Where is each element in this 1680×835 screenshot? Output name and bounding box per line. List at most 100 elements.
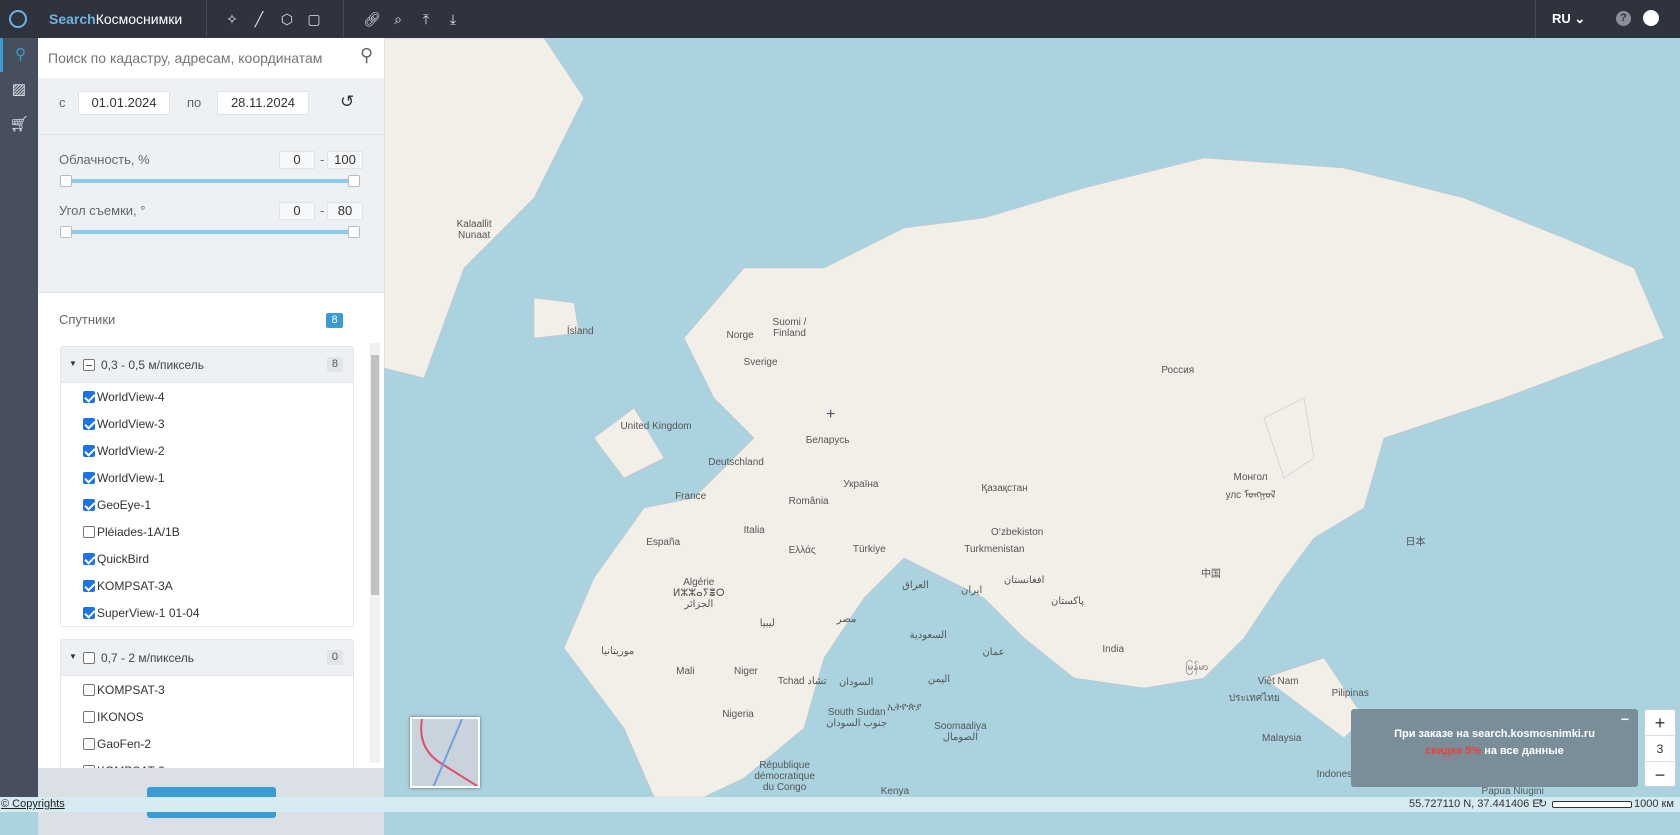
group-checkbox[interactable] — [83, 652, 95, 664]
angle-label: Угол съемки, ° — [59, 203, 146, 218]
satellite-item[interactable]: KOMPSAT-2 — [61, 757, 353, 768]
polygon-icon[interactable]: ⬡ — [278, 10, 296, 28]
chart-icon[interactable]: ▨ — [0, 73, 38, 107]
to-label: по — [187, 95, 202, 110]
angle-slider[interactable] — [60, 226, 360, 238]
date-to-input[interactable]: 28.11.2024 — [217, 91, 309, 115]
angle-max-input[interactable]: 80 — [327, 202, 363, 220]
pin-icon[interactable]: ✧ — [223, 10, 241, 28]
satellite-item[interactable]: KOMPSAT-3A — [61, 572, 353, 599]
reset-icon[interactable]: ↺ — [340, 92, 354, 112]
divider — [206, 0, 207, 38]
search-icon[interactable]: ⚲ — [0, 38, 38, 72]
satellite-checkbox[interactable] — [83, 711, 95, 723]
divider — [1535, 0, 1536, 38]
zoom-in-button[interactable]: + — [1645, 710, 1675, 736]
satellite-checkbox[interactable] — [83, 684, 95, 696]
minimap[interactable] — [410, 717, 480, 788]
satellite-checkbox[interactable] — [83, 580, 95, 592]
caret-down-icon[interactable]: ▼ — [69, 359, 77, 368]
rectangle-icon[interactable]: ▢ — [305, 10, 323, 28]
satellite-checkbox[interactable] — [83, 499, 95, 511]
satellite-item[interactable]: QuickBird — [61, 545, 353, 572]
brand[interactable]: SearchКосмоснимки — [49, 11, 182, 27]
satellite-name: SuperView-1 01-04 — [97, 606, 200, 620]
map-label: Беларусь — [805, 435, 850, 446]
user-icon[interactable] — [1643, 10, 1659, 26]
map-label: Türkiye — [852, 544, 886, 555]
scrollbar-thumb[interactable] — [371, 355, 379, 595]
scrollbar[interactable] — [370, 343, 380, 763]
link-icon[interactable]: 🔗︎ — [363, 10, 381, 28]
satellite-checkbox[interactable] — [83, 391, 95, 403]
language-select[interactable]: RU ⌄ — [1552, 11, 1585, 27]
promo-text: При заказе на search.kosmosnimki.ru — [1394, 728, 1595, 740]
search-input[interactable] — [48, 44, 348, 72]
satellite-checkbox[interactable] — [83, 553, 95, 565]
slider-max-handle[interactable] — [348, 175, 360, 187]
satellite-item[interactable]: WorldView-1 — [61, 464, 353, 491]
group-header[interactable]: ▼ 0,7 - 2 м/пиксель 0 — [61, 640, 353, 676]
group-checkbox[interactable] — [83, 359, 95, 371]
filters: Облачность, % 0 - 100 Угол съемки, ° 0 -… — [38, 135, 384, 293]
map-label: العراق — [902, 580, 929, 591]
group-count: 0 — [326, 650, 343, 665]
satellite-item[interactable]: IKONOS — [61, 703, 353, 730]
satellite-checkbox[interactable] — [83, 472, 95, 484]
search-icon[interactable]: ⚲ — [360, 45, 373, 66]
satellite-item[interactable]: WorldView-4 — [61, 383, 353, 410]
help-icon[interactable]: ? — [1616, 11, 1631, 26]
upload-icon[interactable]: ⤒ — [417, 10, 435, 28]
slider-min-handle[interactable] — [60, 175, 72, 187]
line-icon[interactable]: ╱ — [250, 10, 268, 28]
map-label: Қазақстан — [981, 483, 1028, 494]
satellite-checkbox[interactable] — [83, 738, 95, 750]
satellite-item[interactable]: WorldView-2 — [61, 437, 353, 464]
cart-icon[interactable]: 🛒︎ — [0, 108, 38, 142]
side-rail: ⚲ ▨ 🛒︎ — [0, 38, 38, 797]
satellite-checkbox[interactable] — [83, 526, 95, 538]
slider-max-handle[interactable] — [348, 226, 360, 238]
satellite-checkbox[interactable] — [83, 418, 95, 430]
cloud-slider[interactable] — [60, 175, 360, 187]
map-label: پاکستان — [1051, 596, 1084, 607]
copyrights-link[interactable]: © Copyrights — [1, 798, 65, 810]
satellite-item[interactable]: GeoEye-1 — [61, 491, 353, 518]
map-label: Việt Nam — [1257, 676, 1299, 687]
satellite-item[interactable]: GaoFen-2 — [61, 730, 353, 757]
satellite-group: ▼ 0,7 - 2 м/пиксель 0 KOMPSAT-3 IKONOS GaoFen… — [60, 639, 354, 768]
group-header[interactable]: ▼ 0,3 - 0,5 м/пиксель 8 — [61, 347, 353, 383]
satellite-item[interactable]: WorldView-3 — [61, 410, 353, 437]
slider-min-handle[interactable] — [60, 226, 72, 238]
satellite-item[interactable]: Pléiades-1A/1B — [61, 518, 353, 545]
map-label: Italia — [743, 525, 765, 536]
map-label: South Sudan جنوب السودان — [826, 707, 888, 729]
from-label: с — [59, 95, 66, 110]
zoom-search-icon[interactable]: ⌕ — [389, 10, 407, 28]
satellite-item[interactable]: SuperView-1 01-04 — [61, 599, 353, 626]
cloud-min-input[interactable]: 0 — [279, 151, 315, 169]
satellite-checkbox[interactable] — [83, 607, 95, 619]
coord-format-icon[interactable]: ↻ — [1538, 797, 1547, 810]
collapse-icon[interactable]: − — [1621, 711, 1629, 727]
logo-icon[interactable] — [9, 10, 27, 28]
date-from-input[interactable]: 01.01.2024 — [78, 91, 170, 115]
map-label: Turkmenistan — [964, 544, 1025, 555]
zoom-out-button[interactable]: − — [1645, 762, 1675, 788]
map-label: Kenya — [880, 786, 910, 797]
satellite-name: GeoEye-1 — [97, 498, 152, 512]
caret-down-icon[interactable]: ▼ — [69, 652, 77, 661]
angle-min-input[interactable]: 0 — [279, 202, 315, 220]
download-icon[interactable]: ⤓ — [444, 10, 462, 28]
group-label: 0,3 - 0,5 м/пиксель — [101, 358, 205, 372]
zoom-control: + 3 − — [1644, 709, 1676, 787]
satellite-item[interactable]: KOMPSAT-3 — [61, 676, 353, 703]
satellite-name: WorldView-4 — [97, 390, 165, 404]
coordinates: 55.727110 N, 37.441406 E — [1409, 798, 1540, 810]
map[interactable]: + Kalaallit Nunaat Ísland Norge Suomi / Fin… — [384, 38, 1680, 797]
divider — [343, 0, 344, 38]
search-panel: ⚲ с 01.01.2024 по 28.11.2024 ↺ Облачност… — [38, 38, 384, 835]
map-label: Tchad تشاد — [777, 676, 827, 687]
cloud-max-input[interactable]: 100 — [327, 151, 363, 169]
satellite-checkbox[interactable] — [83, 445, 95, 457]
